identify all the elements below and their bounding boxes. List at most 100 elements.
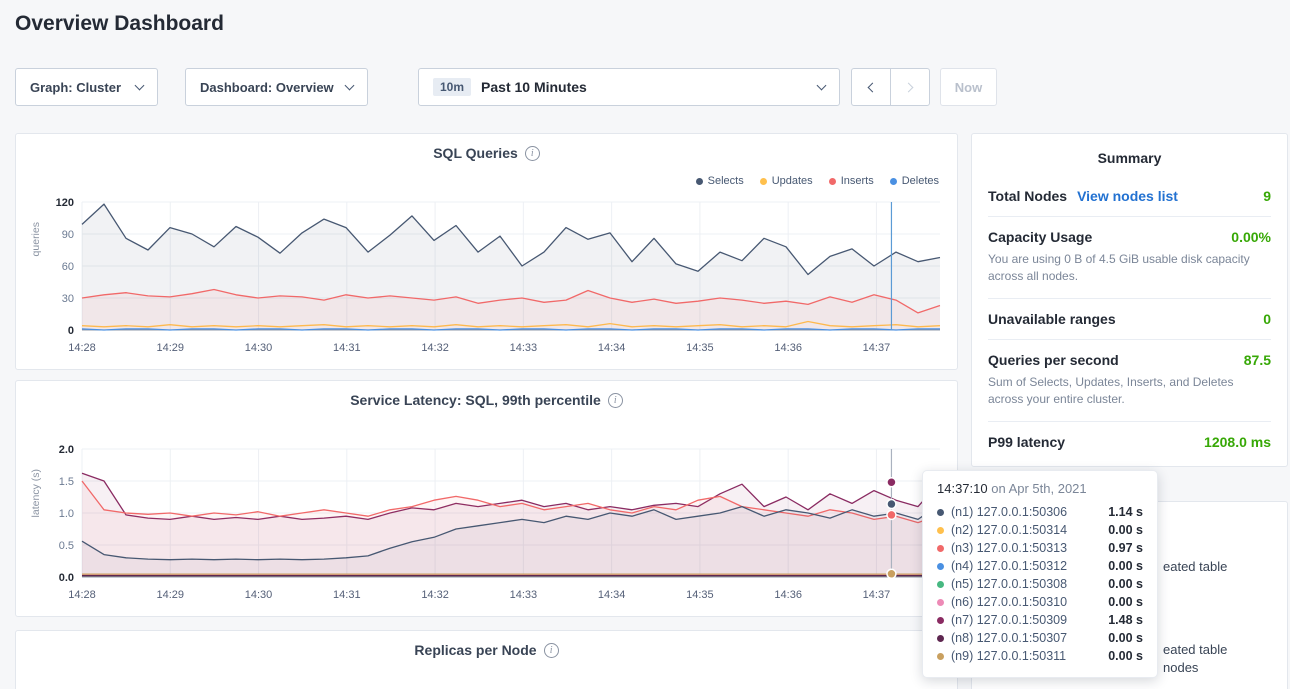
tooltip-rows: (n1) 127.0.0.1:503061.14 s(n2) 127.0.0.1… [937,503,1143,665]
tooltip-node-label: (n6) 127.0.0.1:50310 [951,595,1067,609]
sql-queries-chart[interactable]: 030609012014:2814:2914:3014:3114:3214:33… [20,192,955,362]
legend-dot [760,178,767,185]
tooltip-node-value: 0.00 s [1108,595,1143,609]
tooltip-node-value: 0.00 s [1108,559,1143,573]
node-color-dot [937,581,944,588]
tooltip-node-row: (n4) 127.0.0.1:50312 0.00 s [937,557,1143,575]
legend-dot [890,178,897,185]
svg-text:2.0: 2.0 [59,444,74,456]
tooltip-node-label: (n7) 127.0.0.1:50309 [951,613,1067,627]
time-range-dropdown[interactable]: 10m Past 10 Minutes [418,68,840,106]
svg-text:14:31: 14:31 [333,589,361,601]
dashboard-dropdown[interactable]: Dashboard: Overview [185,68,368,106]
svg-text:14:34: 14:34 [598,589,626,601]
tooltip-node-value: 0.00 s [1108,631,1143,645]
time-prev-button[interactable] [851,68,891,106]
svg-text:14:28: 14:28 [68,589,96,601]
tooltip-node-row: (n6) 127.0.0.1:50310 0.00 s [937,593,1143,611]
summary-row: Unavailable ranges0 [988,299,1271,340]
svg-text:1.0: 1.0 [59,508,74,520]
tooltip-node-value: 1.48 s [1108,613,1143,627]
svg-text:14:37: 14:37 [863,589,891,601]
legend-label: Deletes [902,175,939,187]
service-latency-chart[interactable]: 0.00.51.01.52.014:2814:2914:3014:3114:32… [20,439,955,609]
legend-item[interactable]: Updates [760,175,813,187]
summary-row: Capacity Usage0.00%You are using 0 B of … [988,217,1271,299]
tooltip-node-row: (n5) 127.0.0.1:50308 0.00 s [937,575,1143,593]
svg-text:14:29: 14:29 [157,589,185,601]
info-icon[interactable]: i [544,643,559,658]
legend-item[interactable]: Deletes [890,175,939,187]
node-color-dot [937,545,944,552]
time-range-badge: 10m [433,78,471,96]
tooltip-node-label: (n3) 127.0.0.1:50313 [951,541,1067,555]
svg-text:60: 60 [62,261,74,273]
chart-legend: Selects Updates Inserts Deletes [696,175,939,187]
legend-item[interactable]: Selects [696,175,744,187]
replicas-per-node-chart-card: Replicas per Node i [15,630,958,689]
time-range-label: Past 10 Minutes [481,79,587,95]
svg-text:14:36: 14:36 [774,342,802,354]
chevron-left-icon [868,82,878,92]
node-color-dot [937,653,944,660]
tooltip-node-value: 0.00 s [1108,577,1143,591]
info-icon[interactable]: i [525,146,540,161]
summary-value: 0.00% [1231,229,1271,245]
summary-label: Total Nodes [988,188,1067,204]
chart-hover-tooltip: 14:37:10 on Apr 5th, 2021 (n1) 127.0.0.1… [922,470,1158,678]
tooltip-node-label: (n5) 127.0.0.1:50308 [951,577,1067,591]
service-latency-chart-card: Service Latency: SQL, 99th percentile i … [15,380,958,617]
tooltip-node-label: (n4) 127.0.0.1:50312 [951,559,1067,573]
summary-row: Queries per second 87.5 Sum of Selects, Up… [988,340,1271,422]
svg-text:14:35: 14:35 [686,342,714,354]
tooltip-node-label: (n8) 127.0.0.1:50307 [951,631,1067,645]
svg-text:14:31: 14:31 [333,342,361,354]
tooltip-node-label: (n1) 127.0.0.1:50306 [951,505,1067,519]
event-text-fragment: eated table [1163,559,1227,574]
tooltip-node-value: 0.00 s [1108,649,1143,663]
node-color-dot [937,563,944,570]
svg-text:14:30: 14:30 [245,589,273,601]
tooltip-node-value: 0.97 s [1108,541,1143,555]
svg-text:14:35: 14:35 [686,589,714,601]
svg-text:14:34: 14:34 [598,342,626,354]
legend-label: Updates [772,175,813,187]
chevron-right-icon [904,82,914,92]
view-nodes-list-link[interactable]: View nodes list [1077,188,1178,204]
chart-header: Replicas per Node i [16,642,957,658]
summary-value: 1208.0 ms [1204,434,1271,450]
summary-value: 87.5 [1244,352,1271,368]
time-next-button[interactable] [890,68,930,106]
svg-text:1.5: 1.5 [59,476,74,488]
tooltip-timestamp: 14:37:10 on Apr 5th, 2021 [937,481,1143,496]
tooltip-node-row: (n3) 127.0.0.1:50313 0.97 s [937,539,1143,557]
svg-text:0.0: 0.0 [59,572,74,584]
summary-label: Queries per second [988,352,1119,368]
svg-text:0: 0 [68,325,74,337]
svg-text:14:30: 14:30 [245,342,273,354]
chart-title: Service Latency: SQL, 99th percentile [350,392,601,408]
time-now-button[interactable]: Now [940,68,997,106]
chart-header: SQL Queries i [16,145,957,161]
info-icon[interactable]: i [608,393,623,408]
chevron-down-icon [345,81,355,91]
tooltip-node-row: (n2) 127.0.0.1:503140.00 s [937,521,1143,539]
event-text-fragment: nodes [1163,660,1198,675]
tooltip-node-label: (n2) 127.0.0.1:50314 [951,523,1067,537]
svg-text:120: 120 [56,197,74,209]
summary-description: Sum of Selects, Updates, Inserts, and De… [988,374,1271,409]
summary-row: P99 latency1208.0 ms [988,422,1271,462]
event-text-fragment: eated table [1163,642,1227,657]
legend-dot [829,178,836,185]
node-color-dot [937,599,944,606]
svg-text:14:33: 14:33 [510,589,538,601]
graph-dropdown[interactable]: Graph: Cluster [15,68,158,106]
svg-text:14:36: 14:36 [774,589,802,601]
tooltip-node-label: (n9) 127.0.0.1:50311 [951,649,1066,663]
tooltip-node-row: (n7) 127.0.0.1:50309 1.48 s [937,611,1143,629]
graph-dropdown-label: Graph: Cluster [30,80,121,95]
summary-label: Capacity Usage [988,229,1092,245]
legend-item[interactable]: Inserts [829,175,874,187]
chart-header: Service Latency: SQL, 99th percentile i [16,392,957,408]
node-color-dot [937,527,944,534]
